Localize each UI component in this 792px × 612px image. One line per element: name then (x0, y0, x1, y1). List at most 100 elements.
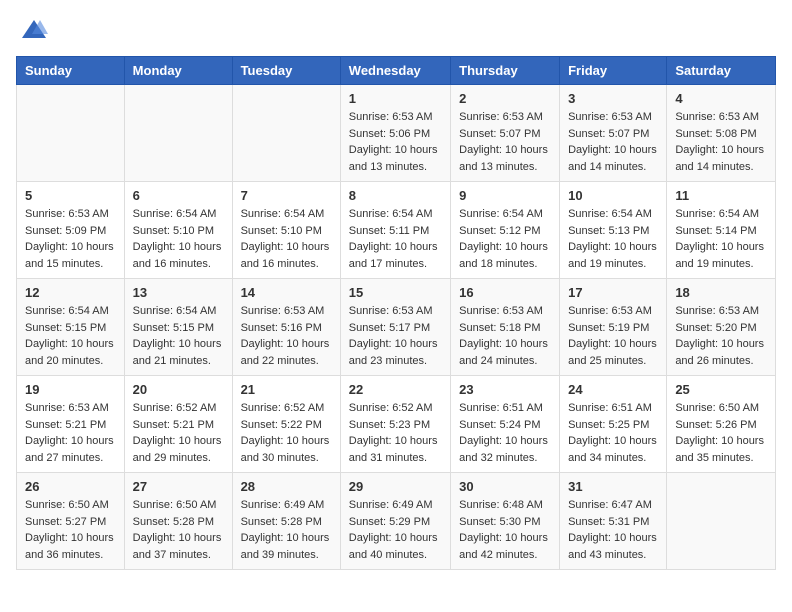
calendar-cell: 1 Sunrise: 6:53 AM Sunset: 5:06 PM Daylig… (340, 85, 450, 182)
day-number: 27 (133, 479, 224, 494)
calendar-cell: 8Sunrise: 6:54 AM Sunset: 5:11 PM Daylig… (340, 182, 450, 279)
day-number: 20 (133, 382, 224, 397)
day-info: Sunrise: 6:54 AM Sunset: 5:15 PM Dayligh… (133, 303, 224, 369)
day-info: Sunrise: 6:53 AM Sunset: 5:20 PM Dayligh… (675, 303, 767, 369)
day-number: 25 (675, 382, 767, 397)
day-info: Sunrise: 6:53 AM Sunset: 5:07 PM Dayligh… (459, 109, 551, 175)
day-number: 9 (459, 188, 551, 203)
day-number: 4 (675, 91, 767, 106)
day-info: Sunrise: 6:54 AM Sunset: 5:15 PM Dayligh… (25, 303, 116, 369)
calendar-cell: 20Sunrise: 6:52 AM Sunset: 5:21 PM Dayli… (124, 376, 232, 473)
day-info: Sunrise: 6:53 AM Sunset: 5:07 PM Dayligh… (568, 109, 658, 175)
day-info: Sunrise: 6:48 AM Sunset: 5:30 PM Dayligh… (459, 497, 551, 563)
calendar-table: SundayMondayTuesdayWednesdayThursdayFrid… (16, 56, 776, 570)
calendar-cell: 7 Sunrise: 6:54 AM Sunset: 5:10 PM Daylig… (232, 182, 340, 279)
calendar-cell: 31 Sunrise: 6:47 AM Sunset: 5:31 PM Dayli… (560, 473, 667, 570)
day-info: Sunrise: 6:50 AM Sunset: 5:26 PM Dayligh… (675, 400, 767, 466)
day-info: Sunrise: 6:51 AM Sunset: 5:25 PM Dayligh… (568, 400, 658, 466)
logo (16, 16, 48, 44)
day-info: Sunrise: 6:52 AM Sunset: 5:23 PM Dayligh… (349, 400, 442, 466)
day-number: 29 (349, 479, 442, 494)
weekday-header-saturday: Saturday (667, 57, 776, 85)
day-number: 6 (133, 188, 224, 203)
day-info: Sunrise: 6:49 AM Sunset: 5:29 PM Dayligh… (349, 497, 442, 563)
calendar-cell: 21Sunrise: 6:52 AM Sunset: 5:22 PM Dayli… (232, 376, 340, 473)
calendar-cell: 27 Sunrise: 6:50 AM Sunset: 5:28 PM Dayli… (124, 473, 232, 570)
day-info: Sunrise: 6:53 AM Sunset: 5:09 PM Dayligh… (25, 206, 116, 272)
day-number: 1 (349, 91, 442, 106)
day-info: Sunrise: 6:54 AM Sunset: 5:14 PM Dayligh… (675, 206, 767, 272)
day-info: Sunrise: 6:53 AM Sunset: 5:16 PM Dayligh… (241, 303, 332, 369)
weekday-header-wednesday: Wednesday (340, 57, 450, 85)
day-number: 21 (241, 382, 332, 397)
day-number: 26 (25, 479, 116, 494)
day-info: Sunrise: 6:53 AM Sunset: 5:17 PM Dayligh… (349, 303, 442, 369)
calendar-cell: 17Sunrise: 6:53 AM Sunset: 5:19 PM Dayli… (560, 279, 667, 376)
calendar-cell: 6 Sunrise: 6:54 AM Sunset: 5:10 PM Daylig… (124, 182, 232, 279)
day-number: 30 (459, 479, 551, 494)
day-info: Sunrise: 6:54 AM Sunset: 5:10 PM Dayligh… (241, 206, 332, 272)
day-number: 22 (349, 382, 442, 397)
calendar-cell: 26 Sunrise: 6:50 AM Sunset: 5:27 PM Dayli… (17, 473, 125, 570)
weekday-header-monday: Monday (124, 57, 232, 85)
calendar-cell: 19 Sunrise: 6:53 AM Sunset: 5:21 PM Dayli… (17, 376, 125, 473)
calendar-cell: 3 Sunrise: 6:53 AM Sunset: 5:07 PM Daylig… (560, 85, 667, 182)
calendar-cell: 28 Sunrise: 6:49 AM Sunset: 5:28 PM Dayli… (232, 473, 340, 570)
calendar-week-4: 26 Sunrise: 6:50 AM Sunset: 5:27 PM Dayli… (17, 473, 776, 570)
day-number: 14 (241, 285, 332, 300)
day-info: Sunrise: 6:54 AM Sunset: 5:12 PM Dayligh… (459, 206, 551, 272)
calendar-cell (232, 85, 340, 182)
weekday-header-friday: Friday (560, 57, 667, 85)
day-info: Sunrise: 6:54 AM Sunset: 5:13 PM Dayligh… (568, 206, 658, 272)
weekday-header-thursday: Thursday (451, 57, 560, 85)
logo-icon (20, 16, 48, 44)
day-number: 7 (241, 188, 332, 203)
calendar-cell (124, 85, 232, 182)
day-number: 3 (568, 91, 658, 106)
calendar-cell: 15 Sunrise: 6:53 AM Sunset: 5:17 PM Dayli… (340, 279, 450, 376)
calendar-cell: 13Sunrise: 6:54 AM Sunset: 5:15 PM Dayli… (124, 279, 232, 376)
day-info: Sunrise: 6:53 AM Sunset: 5:21 PM Dayligh… (25, 400, 116, 466)
calendar-cell: 29 Sunrise: 6:49 AM Sunset: 5:29 PM Dayli… (340, 473, 450, 570)
day-number: 10 (568, 188, 658, 203)
day-info: Sunrise: 6:50 AM Sunset: 5:27 PM Dayligh… (25, 497, 116, 563)
day-info: Sunrise: 6:49 AM Sunset: 5:28 PM Dayligh… (241, 497, 332, 563)
day-info: Sunrise: 6:53 AM Sunset: 5:06 PM Dayligh… (349, 109, 442, 175)
day-number: 28 (241, 479, 332, 494)
calendar-cell: 25 Sunrise: 6:50 AM Sunset: 5:26 PM Dayli… (667, 376, 776, 473)
calendar-cell: 16Sunrise: 6:53 AM Sunset: 5:18 PM Dayli… (451, 279, 560, 376)
day-info: Sunrise: 6:47 AM Sunset: 5:31 PM Dayligh… (568, 497, 658, 563)
day-number: 12 (25, 285, 116, 300)
calendar-cell: 2 Sunrise: 6:53 AM Sunset: 5:07 PM Daylig… (451, 85, 560, 182)
day-info: Sunrise: 6:54 AM Sunset: 5:10 PM Dayligh… (133, 206, 224, 272)
day-number: 15 (349, 285, 442, 300)
weekday-header-tuesday: Tuesday (232, 57, 340, 85)
day-info: Sunrise: 6:51 AM Sunset: 5:24 PM Dayligh… (459, 400, 551, 466)
day-number: 31 (568, 479, 658, 494)
day-number: 17 (568, 285, 658, 300)
calendar-cell: 11 Sunrise: 6:54 AM Sunset: 5:14 PM Dayli… (667, 182, 776, 279)
calendar-cell: 12 Sunrise: 6:54 AM Sunset: 5:15 PM Dayli… (17, 279, 125, 376)
page-header (16, 16, 776, 44)
day-number: 8 (349, 188, 442, 203)
weekday-header-sunday: Sunday (17, 57, 125, 85)
calendar-cell: 22 Sunrise: 6:52 AM Sunset: 5:23 PM Dayli… (340, 376, 450, 473)
calendar-week-1: 5Sunrise: 6:53 AM Sunset: 5:09 PM Daylig… (17, 182, 776, 279)
day-number: 2 (459, 91, 551, 106)
calendar-cell: 23 Sunrise: 6:51 AM Sunset: 5:24 PM Dayli… (451, 376, 560, 473)
calendar-cell: 14 Sunrise: 6:53 AM Sunset: 5:16 PM Dayli… (232, 279, 340, 376)
calendar-cell: 24Sunrise: 6:51 AM Sunset: 5:25 PM Dayli… (560, 376, 667, 473)
calendar-cell: 5Sunrise: 6:53 AM Sunset: 5:09 PM Daylig… (17, 182, 125, 279)
day-info: Sunrise: 6:53 AM Sunset: 5:08 PM Dayligh… (675, 109, 767, 175)
day-number: 11 (675, 188, 767, 203)
calendar-week-3: 19 Sunrise: 6:53 AM Sunset: 5:21 PM Dayli… (17, 376, 776, 473)
day-info: Sunrise: 6:50 AM Sunset: 5:28 PM Dayligh… (133, 497, 224, 563)
calendar-cell (17, 85, 125, 182)
calendar-cell: 10 Sunrise: 6:54 AM Sunset: 5:13 PM Dayli… (560, 182, 667, 279)
day-number: 23 (459, 382, 551, 397)
calendar-cell (667, 473, 776, 570)
day-number: 19 (25, 382, 116, 397)
day-info: Sunrise: 6:53 AM Sunset: 5:18 PM Dayligh… (459, 303, 551, 369)
calendar-cell: 30 Sunrise: 6:48 AM Sunset: 5:30 PM Dayli… (451, 473, 560, 570)
calendar-week-0: 1 Sunrise: 6:53 AM Sunset: 5:06 PM Daylig… (17, 85, 776, 182)
